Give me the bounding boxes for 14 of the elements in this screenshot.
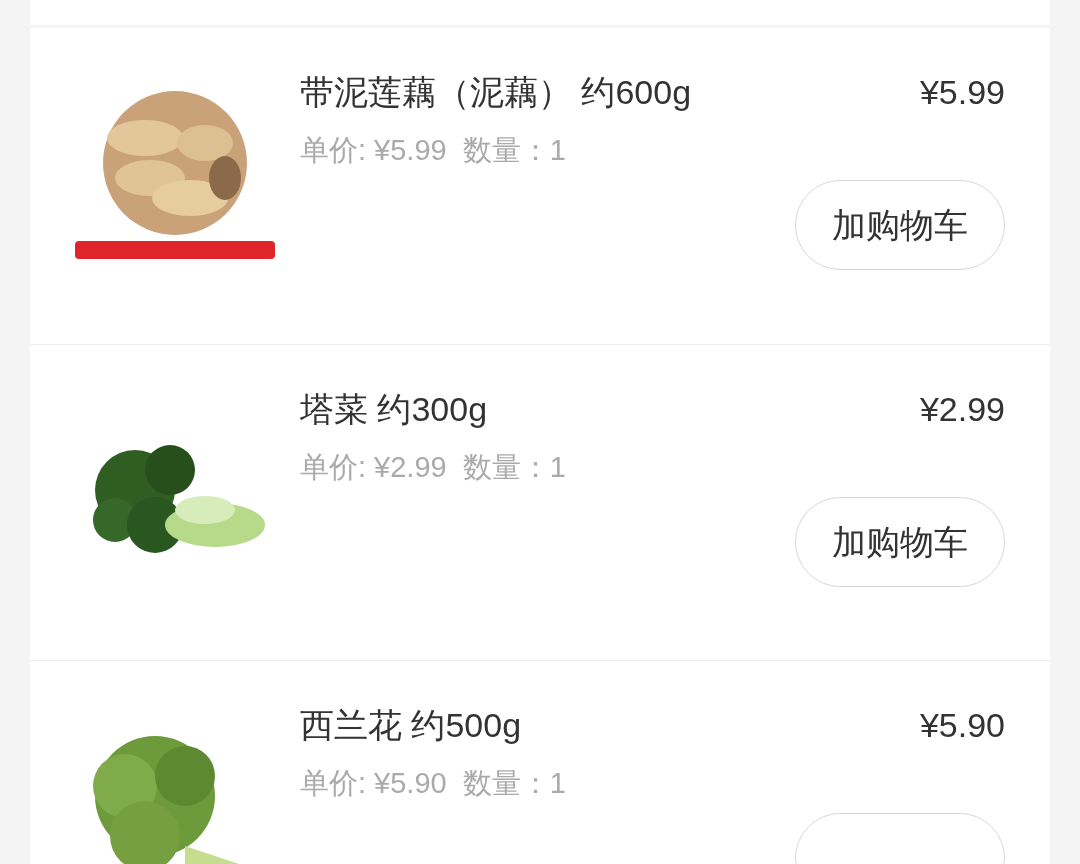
unit-price: 单价: ¥5.99 bbox=[300, 133, 447, 168]
quantity: 数量：1 bbox=[462, 766, 566, 801]
quantity: 数量：1 bbox=[462, 133, 566, 168]
product-price: ¥2.99 bbox=[919, 389, 1005, 430]
product-name: 塔菜 约300g bbox=[300, 389, 488, 430]
quantity: 数量：1 bbox=[462, 450, 566, 485]
product-name: 西兰花 约500g bbox=[300, 705, 522, 746]
product-price: ¥5.99 bbox=[919, 72, 1005, 113]
unit-price: 单价: ¥5.90 bbox=[300, 766, 447, 801]
product-name: 带泥莲藕（泥藕） 约600g bbox=[300, 72, 692, 113]
product-price: ¥5.90 bbox=[919, 705, 1005, 746]
add-to-cart-button[interactable]: 加购物车 bbox=[795, 497, 1005, 587]
add-to-cart-button[interactable]: 加购物车 bbox=[795, 180, 1005, 270]
unit-price: 单价: ¥2.99 bbox=[300, 450, 447, 485]
